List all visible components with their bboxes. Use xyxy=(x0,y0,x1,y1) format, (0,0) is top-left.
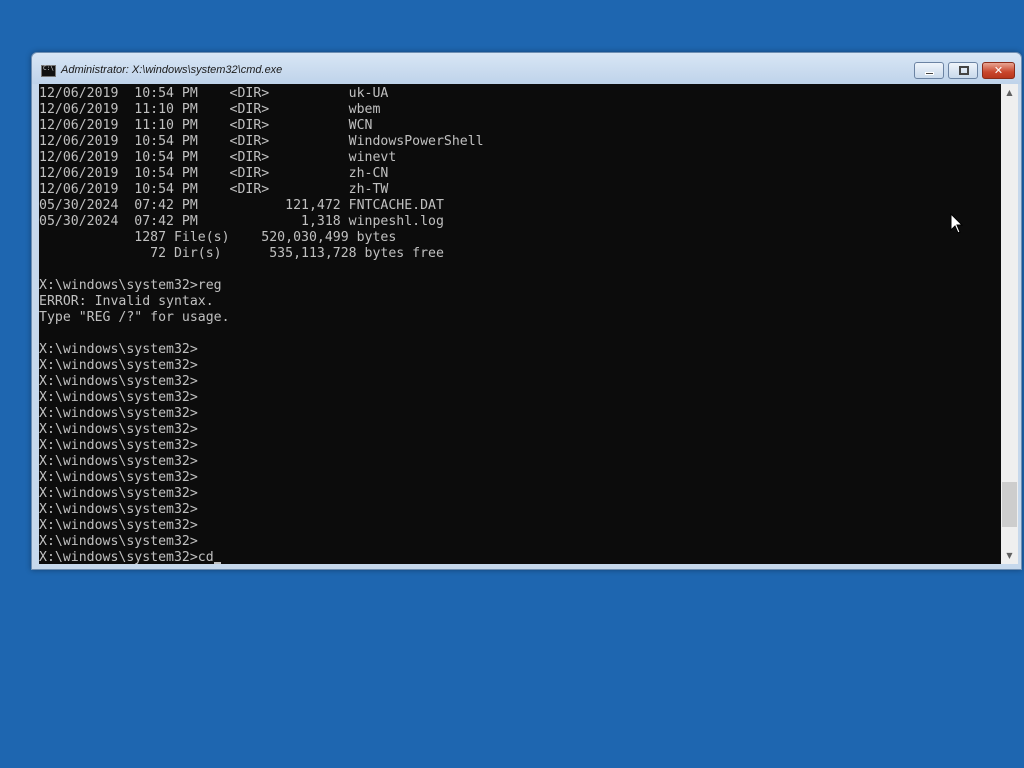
command-prompt-input[interactable]: X:\windows\system32>cd xyxy=(39,550,484,564)
console-line: X:\windows\system32> xyxy=(39,518,198,533)
console-line: 12/06/2019 10:54 PM <DIR> zh-CN xyxy=(39,166,389,181)
console-line: X:\windows\system32> xyxy=(39,374,198,389)
console-line: 12/06/2019 10:54 PM <DIR> zh-TW xyxy=(39,182,389,197)
scroll-thumb[interactable] xyxy=(1002,482,1017,527)
console-line: X:\windows\system32> xyxy=(39,438,198,453)
console-output[interactable]: 12/06/2019 10:54 PM <DIR> uk-UA 12/06/201… xyxy=(39,84,1001,564)
console-line: X:\windows\system32> xyxy=(39,486,198,501)
console-line: X:\windows\system32>reg xyxy=(39,278,222,293)
current-command-text: X:\windows\system32>cd xyxy=(39,550,214,564)
console-lines: 12/06/2019 10:54 PM <DIR> uk-UA 12/06/201… xyxy=(39,86,484,564)
console-line: X:\windows\system32> xyxy=(39,502,198,517)
cmd-window[interactable]: Administrator: X:\windows\system32\cmd.e… xyxy=(31,52,1022,570)
console-line: X:\windows\system32> xyxy=(39,390,198,405)
console-line: 12/06/2019 10:54 PM <DIR> winevt xyxy=(39,150,397,165)
console-line: X:\windows\system32> xyxy=(39,406,198,421)
console-line: 12/06/2019 10:54 PM <DIR> WindowsPowerSh… xyxy=(39,134,484,149)
maximize-button[interactable] xyxy=(948,62,978,79)
console-line: 72 Dir(s) 535,113,728 bytes free xyxy=(39,246,444,261)
console-line: 12/06/2019 11:10 PM <DIR> wbem xyxy=(39,102,381,117)
mouse-pointer-icon xyxy=(950,213,964,234)
console-line: 12/06/2019 10:54 PM <DIR> uk-UA xyxy=(39,86,389,101)
scroll-up-icon[interactable]: ▲ xyxy=(1001,84,1018,101)
minimize-button[interactable] xyxy=(914,62,944,79)
console-line: X:\windows\system32> xyxy=(39,454,198,469)
console-line: X:\windows\system32> xyxy=(39,342,198,357)
window-title: Administrator: X:\windows\system32\cmd.e… xyxy=(61,64,283,76)
console-line: X:\windows\system32> xyxy=(39,358,198,373)
console-line: X:\windows\system32> xyxy=(39,470,198,485)
console-line: X:\windows\system32> xyxy=(39,534,198,549)
console-line: 05/30/2024 07:42 PM 121,472 FNTCACHE.DAT xyxy=(39,198,444,213)
minimize-icon xyxy=(925,72,934,75)
console-line: Type "REG /?" for usage. xyxy=(39,310,230,325)
cmd-icon[interactable] xyxy=(41,65,56,77)
title-bar[interactable]: Administrator: X:\windows\system32\cmd.e… xyxy=(32,53,1021,84)
scroll-down-icon[interactable]: ▼ xyxy=(1001,547,1018,564)
close-button[interactable]: ✕ xyxy=(982,62,1015,79)
console-line: ERROR: Invalid syntax. xyxy=(39,294,214,309)
console-line: X:\windows\system32> xyxy=(39,422,198,437)
vertical-scrollbar[interactable]: ▲ ▼ xyxy=(1001,84,1018,564)
console-line: 1287 File(s) 520,030,499 bytes xyxy=(39,230,397,245)
text-cursor xyxy=(213,562,221,564)
maximize-icon xyxy=(959,66,969,75)
desktop: Administrator: X:\windows\system32\cmd.e… xyxy=(0,0,1024,768)
close-icon: ✕ xyxy=(993,64,1004,77)
console-line: 12/06/2019 11:10 PM <DIR> WCN xyxy=(39,118,373,133)
console-line: 05/30/2024 07:42 PM 1,318 winpeshl.log xyxy=(39,214,444,229)
